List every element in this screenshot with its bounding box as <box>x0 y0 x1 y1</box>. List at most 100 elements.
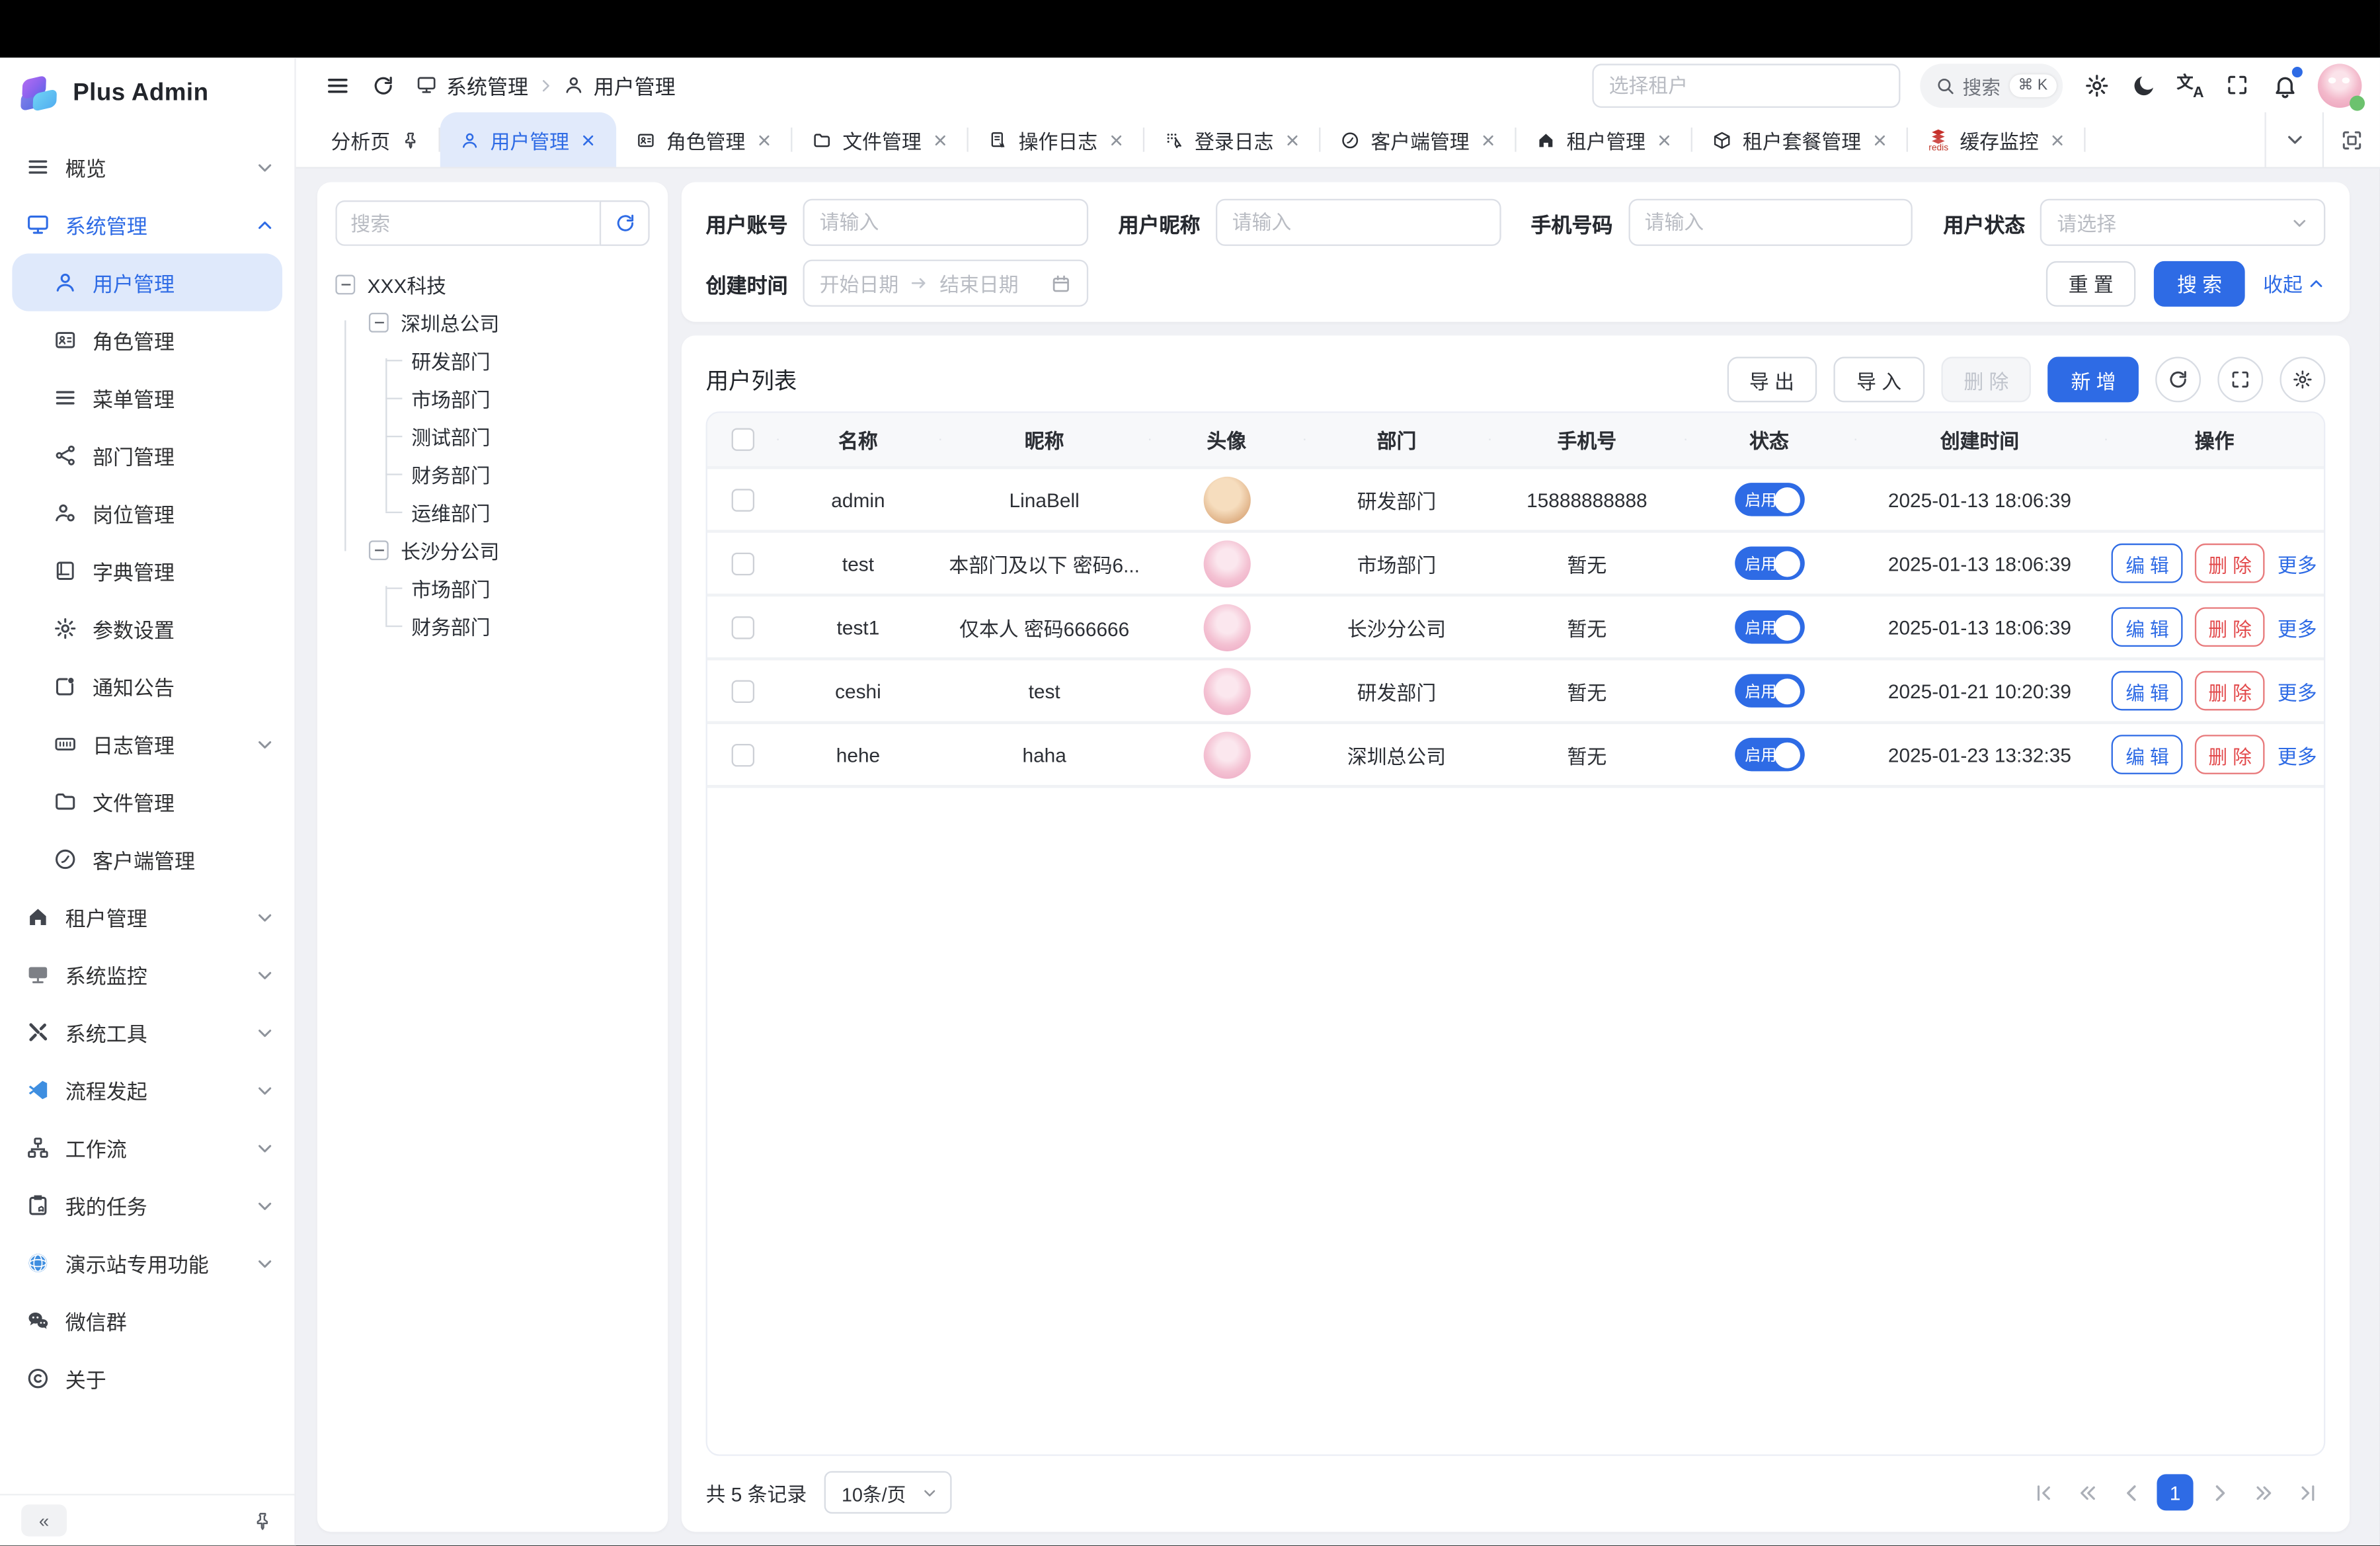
tree-node-market-dept[interactable]: 市场部门 <box>335 380 649 417</box>
close-icon[interactable] <box>1872 132 1888 148</box>
tree-node-test-dept[interactable]: 测试部门 <box>335 417 649 455</box>
sidebar-item-tenant-management[interactable]: 租户管理 <box>0 888 294 946</box>
tree-node-shenzhen-hq[interactable]: 深圳总公司 <box>335 304 649 341</box>
pin-icon[interactable] <box>401 130 420 149</box>
sidebar-item-process-initiation[interactable]: 流程发起 <box>0 1061 294 1119</box>
tab-analysis[interactable]: 分析页 <box>311 112 440 167</box>
status-toggle[interactable]: 启用 <box>1734 610 1804 644</box>
search-button[interactable]: 搜 索 <box>2155 261 2245 306</box>
table-settings-button[interactable] <box>2280 357 2325 403</box>
last-page-button[interactable] <box>2289 1474 2325 1510</box>
sidebar-item-dictionary-management[interactable]: 字典管理 <box>0 542 294 600</box>
sidebar-item-user-management[interactable]: 用户管理 <box>12 253 282 311</box>
table-fullscreen-button[interactable] <box>2217 357 2263 403</box>
fullscreen-button[interactable] <box>2223 71 2250 99</box>
breadcrumb-item[interactable]: 用户管理 <box>594 70 676 101</box>
dark-mode-toggle[interactable] <box>2129 71 2157 99</box>
status-toggle[interactable]: 启用 <box>1734 547 1804 581</box>
sidebar-item-role-management[interactable]: 角色管理 <box>0 311 294 369</box>
tab-file-management[interactable]: 文件管理 <box>793 112 969 167</box>
sidebar-item-workflow[interactable]: 工作流 <box>0 1119 294 1176</box>
import-button[interactable]: 导 入 <box>1834 357 1924 403</box>
sidebar-item-post-management[interactable]: 岗位管理 <box>0 484 294 542</box>
prev-page-button[interactable] <box>2113 1474 2149 1510</box>
tab-operation-log[interactable]: 操作日志 <box>969 112 1144 167</box>
next-page-button[interactable] <box>2201 1474 2237 1510</box>
tab-client-management[interactable]: 客户端管理 <box>1321 112 1517 167</box>
sidebar-item-menu-management[interactable]: 菜单管理 <box>0 369 294 427</box>
sidebar-item-system-monitor[interactable]: 系统监控 <box>0 946 294 1003</box>
global-search-button[interactable]: 搜索 ⌘ K <box>1920 63 2063 107</box>
status-select[interactable]: 请选择 <box>2040 199 2325 246</box>
sidebar-item-notice-announcement[interactable]: 通知公告 <box>0 657 294 715</box>
table-refresh-button[interactable] <box>2155 357 2201 403</box>
edit-button[interactable]: 编 辑 <box>2112 607 2183 647</box>
sidebar-item-parameter-settings[interactable]: 参数设置 <box>0 600 294 657</box>
more-button[interactable]: 更多 <box>2278 612 2317 641</box>
sidebar-item-demo-features[interactable]: 演示站专用功能 <box>0 1235 294 1292</box>
row-checkbox[interactable] <box>731 552 753 575</box>
language-switch-button[interactable]: 文 A <box>2176 71 2203 99</box>
status-toggle[interactable]: 启用 <box>1734 674 1804 708</box>
close-icon[interactable] <box>2049 132 2066 148</box>
breadcrumb-item[interactable]: 系统管理 <box>446 70 528 101</box>
sidebar-item-my-tasks[interactable]: 我的任务 <box>0 1176 294 1234</box>
status-toggle[interactable]: 启用 <box>1734 483 1804 516</box>
tree-node-rd-dept[interactable]: 研发部门 <box>335 342 649 380</box>
tab-role-management[interactable]: 角色管理 <box>616 112 792 167</box>
pin-icon[interactable] <box>252 1510 273 1531</box>
tab-list-dropdown-button[interactable] <box>2264 112 2322 167</box>
sidebar-item-system-tools[interactable]: 系统工具 <box>0 1004 294 1061</box>
select-all-checkbox[interactable] <box>731 428 753 450</box>
close-icon[interactable] <box>932 132 949 148</box>
delete-row-button[interactable]: 删 除 <box>2195 735 2266 774</box>
collapse-filters-button[interactable]: 收起 <box>2263 268 2325 298</box>
sidebar-item-about[interactable]: 关于 <box>0 1350 294 1407</box>
more-button[interactable]: 更多 <box>2278 549 2317 578</box>
close-icon[interactable] <box>1656 132 1673 148</box>
close-icon[interactable] <box>580 132 596 148</box>
sidebar-collapse-button[interactable]: « <box>21 1504 67 1536</box>
tree-search-input[interactable] <box>335 200 599 246</box>
close-icon[interactable] <box>1108 132 1125 148</box>
tree-node-company[interactable]: XXX科技 <box>335 266 649 304</box>
row-checkbox[interactable] <box>731 679 753 702</box>
tree-node-ops-dept[interactable]: 运维部门 <box>335 493 649 531</box>
phone-input[interactable] <box>1628 199 1913 246</box>
delete-row-button[interactable]: 删 除 <box>2195 607 2266 647</box>
more-button[interactable]: 更多 <box>2278 740 2317 769</box>
tab-user-management[interactable]: 用户管理 <box>440 112 616 167</box>
row-checkbox[interactable] <box>731 616 753 638</box>
reset-button[interactable]: 重 置 <box>2045 261 2136 306</box>
delete-button[interactable]: 删 除 <box>1941 357 2032 403</box>
sidebar-item-file-management[interactable]: 文件管理 <box>0 773 294 831</box>
tab-cache-monitor[interactable]: redis 缓存监控 <box>1908 112 2086 167</box>
tree-collapse-icon[interactable] <box>335 275 355 295</box>
refresh-icon[interactable] <box>372 73 394 96</box>
nickname-input[interactable] <box>1215 199 1500 246</box>
delete-row-button[interactable]: 删 除 <box>2195 671 2266 711</box>
tree-refresh-button[interactable] <box>600 200 650 246</box>
row-checkbox[interactable] <box>731 743 753 766</box>
edit-button[interactable]: 编 辑 <box>2112 735 2183 774</box>
hamburger-menu-icon[interactable] <box>325 72 350 98</box>
sidebar-item-overview[interactable]: 概览 <box>0 138 294 196</box>
status-toggle[interactable]: 启用 <box>1734 738 1804 772</box>
tab-tenant-package-management[interactable]: 租户套餐管理 <box>1692 112 1908 167</box>
close-icon[interactable] <box>1285 132 1301 148</box>
tab-tenant-management[interactable]: 租户管理 <box>1517 112 1692 167</box>
close-icon[interactable] <box>1480 132 1497 148</box>
tree-node-cs-market-dept[interactable]: 市场部门 <box>335 569 649 607</box>
tree-node-cs-finance-dept[interactable]: 财务部门 <box>335 607 649 645</box>
sidebar-item-log-management[interactable]: 日志管理 <box>0 715 294 772</box>
sidebar-item-department-management[interactable]: 部门管理 <box>0 427 294 484</box>
row-checkbox[interactable] <box>731 488 753 510</box>
tab-login-log[interactable]: 登录日志 <box>1144 112 1320 167</box>
page-size-select[interactable]: 10条/页 <box>825 1471 953 1514</box>
tree-node-finance-dept[interactable]: 财务部门 <box>335 456 649 493</box>
sidebar-item-wechat-group[interactable]: 微信群 <box>0 1292 294 1350</box>
current-page-button[interactable]: 1 <box>2157 1474 2193 1510</box>
tenant-select-input[interactable] <box>1592 63 1900 107</box>
account-input[interactable] <box>803 199 1088 246</box>
settings-button[interactable] <box>2082 71 2110 99</box>
